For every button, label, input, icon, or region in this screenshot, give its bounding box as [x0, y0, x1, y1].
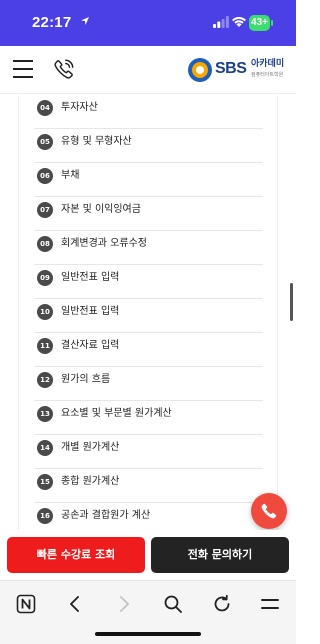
item-label: 요소별 및 부문별 원가계산: [61, 408, 172, 419]
list-item: 15 종합 원가계산: [35, 469, 263, 503]
list-item: 07 자본 및 이익잉여금: [35, 197, 263, 231]
item-number-badge: 13: [37, 406, 53, 422]
hamburger-menu-icon[interactable]: [13, 60, 33, 78]
item-label: 종합 원가계산: [61, 476, 120, 487]
status-time: 22:17: [32, 14, 72, 31]
list-item: 06 부채: [35, 163, 263, 197]
status-bar: 22:17 43+: [0, 0, 296, 46]
battery-indicator: 43+: [249, 15, 270, 31]
item-number-badge: 04: [37, 100, 53, 116]
item-label: 자본 및 이익잉여금: [61, 204, 141, 215]
item-label: 공손과 결합원가 계산: [61, 510, 151, 521]
phone-icon: [261, 503, 277, 519]
curriculum-list: 04 투자자산 05 유형 및 무형자산 06 부채 07 자본 및 이익잉여금 08 회…: [35, 95, 263, 530]
forward-arrow-icon: [120, 596, 129, 612]
list-item: 12 원가의 흐름: [35, 367, 263, 401]
sbs-logo-mark: [188, 58, 212, 82]
item-label: 일반전표 입력: [61, 272, 120, 283]
phone-icon[interactable]: [53, 58, 75, 80]
wifi-icon: [232, 17, 246, 27]
list-item: 14 개별 원가계산: [35, 435, 263, 469]
item-number-badge: 06: [37, 168, 53, 184]
menu-icon[interactable]: [259, 593, 281, 615]
logo-korean: 아카데미: [251, 59, 285, 69]
item-number-badge: 08: [37, 236, 53, 252]
quick-tuition-lookup-button[interactable]: 빠른 수강료 조회: [7, 537, 145, 573]
battery-cap: [271, 20, 273, 26]
item-number-badge: 15: [37, 474, 53, 490]
refresh-icon[interactable]: [211, 593, 233, 615]
item-number-badge: 05: [37, 134, 53, 150]
list-item: 11 결산자료 입력: [35, 333, 263, 367]
list-item: 05 유형 및 무형자산: [35, 129, 263, 163]
list-item: 10 일반전표 입력: [35, 299, 263, 333]
logo-brand: SBS: [215, 60, 247, 77]
item-label: 유형 및 무형자산: [61, 136, 132, 147]
item-label: 원가의 흐름: [61, 374, 111, 385]
page-scrollbar[interactable]: [290, 283, 293, 321]
logo-subtitle: 컴퓨터아트학원: [251, 72, 284, 78]
location-arrow-icon: [81, 17, 89, 25]
list-item: 13 요소별 및 부문별 원가계산: [35, 401, 263, 435]
sbs-academy-logo[interactable]: SBS 아카데미 컴퓨터아트학원: [188, 58, 288, 84]
back-arrow-icon[interactable]: [64, 593, 86, 615]
list-item: 16 공손과 결합원가 계산: [35, 503, 263, 530]
phone-inquiry-button[interactable]: 전화 문의하기: [151, 537, 289, 573]
item-label: 개별 원가계산: [61, 442, 120, 453]
home-indicator[interactable]: [95, 632, 201, 636]
cta-bar: 빠른 수강료 조회 전화 문의하기: [0, 530, 296, 580]
item-label: 일반전표 입력: [61, 306, 120, 317]
item-number-badge: 14: [37, 440, 53, 456]
cellular-signal-icon: [213, 16, 229, 28]
item-number-badge: 12: [37, 372, 53, 388]
floating-call-button[interactable]: [251, 493, 287, 529]
item-label: 결산자료 입력: [61, 340, 120, 351]
item-label: 부채: [61, 170, 80, 181]
list-item: 08 회계변경과 오류수정: [35, 231, 263, 265]
item-label: 투자자산: [61, 102, 98, 113]
list-item: 04 투자자산: [35, 95, 263, 129]
item-label: 회계변경과 오류수정: [61, 238, 147, 249]
item-number-badge: 07: [37, 202, 53, 218]
item-number-badge: 16: [37, 508, 53, 524]
curriculum-section: 04 투자자산 05 유형 및 무형자산 06 부채 07 자본 및 이익잉여금 08 회…: [0, 95, 296, 530]
site-header: SBS 아카데미 컴퓨터아트학원: [0, 46, 296, 94]
item-number-badge: 09: [37, 270, 53, 286]
curriculum-card: 04 투자자산 05 유형 및 무형자산 06 부채 07 자본 및 이익잉여금 08 회…: [18, 95, 278, 530]
list-item: 09 일반전표 입력: [35, 265, 263, 299]
item-number-badge: 11: [37, 338, 53, 354]
item-number-badge: 10: [37, 304, 53, 320]
naver-home-icon[interactable]: [15, 593, 37, 615]
search-icon[interactable]: [162, 593, 184, 615]
